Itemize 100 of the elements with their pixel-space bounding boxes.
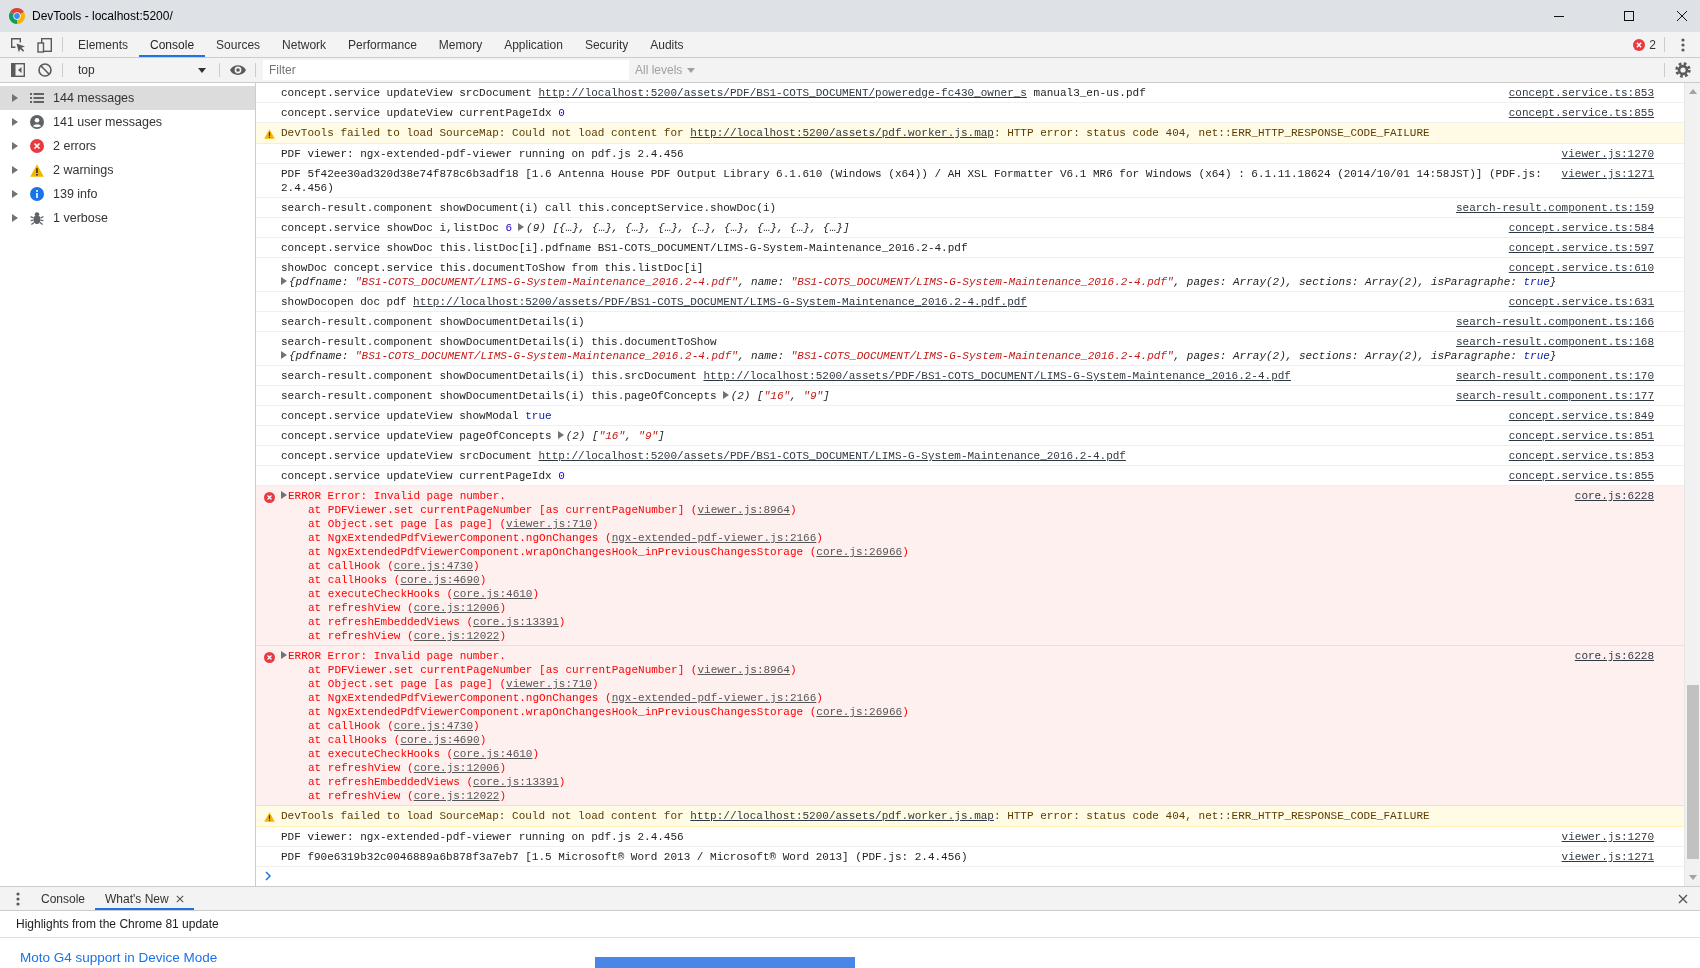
error-count-button[interactable]: 2	[1629, 32, 1660, 57]
panel-tab[interactable]: Performance	[337, 32, 428, 57]
source-link[interactable]: concept.service.ts:851	[1508, 429, 1654, 443]
source-link[interactable]: search-result.component.ts:168	[1455, 335, 1654, 349]
panel-tab[interactable]: Audits	[639, 32, 695, 57]
stack-link[interactable]: core.js:26966	[816, 706, 903, 718]
stack-link[interactable]: core.js:13391	[473, 776, 559, 788]
source-link[interactable]: concept.service.ts:584	[1508, 221, 1654, 235]
source-link[interactable]: concept.service.ts:631	[1508, 295, 1654, 309]
window-title: DevTools - localhost:5200/	[32, 8, 173, 25]
expand-triangle-icon[interactable]	[281, 651, 287, 659]
stack-link[interactable]: ngx-extended-pdf-viewer.js:2166	[611, 692, 817, 704]
stack-link[interactable]: core.js:4690	[400, 734, 480, 746]
stack-link[interactable]: viewer.js:8964	[697, 504, 790, 516]
stack-link[interactable]: ngx-extended-pdf-viewer.js:2166	[611, 532, 817, 544]
log-message: search-result.component showDocumentDetails(i) this.srcDocument http://localhost:5200/assets/PDF/BS1-COTS_DOCUMENT/LIMS-G-System-Maintenance_2016.2-4.pdf	[281, 370, 1291, 382]
source-link[interactable]: search-result.component.ts:170	[1455, 369, 1654, 383]
url-link[interactable]: http://localhost:5200/assets/PDF/BS1-COTS_DOCUMENT/LIMS-G-System-Maintenance_2016.2-4.pdf	[538, 450, 1126, 462]
url-link[interactable]: http://localhost:5200/assets/PDF/BS1-COTS_DOCUMENT/LIMS-G-System-Maintenance_2016.2-4.pdf.pdf	[413, 296, 1027, 308]
panel-tab[interactable]: Elements	[67, 32, 140, 57]
warning-icon	[264, 812, 275, 823]
panel-tab[interactable]: Memory	[427, 32, 494, 57]
warning-message: DevTools failed to load SourceMap: Could not load content for http://localhost:5200/assets/pdf.worker.js.map: HTTP error: status code 404, net::ERR_HTTP_RESPONSE_CODE_FAILURE	[281, 127, 1430, 139]
stack-frame: at executeCheckHooks (core.js:4610)	[308, 748, 540, 760]
source-link[interactable]: core.js:6228	[1574, 649, 1654, 663]
stack-link[interactable]: core.js:4730	[393, 560, 474, 572]
stack-link[interactable]: viewer.js:8964	[697, 664, 790, 676]
object-preview[interactable]: (2) ["16", "9"]	[722, 390, 830, 402]
source-link[interactable]: concept.service.ts:853	[1508, 86, 1654, 100]
url-link[interactable]: http://localhost:5200/assets/PDF/BS1-COTS_DOCUMENT/poweredge-fc430_owner_s	[538, 87, 1027, 99]
stack-link[interactable]: core.js:4610	[453, 588, 533, 600]
expand-triangle-icon[interactable]	[12, 142, 18, 150]
bug-icon	[30, 211, 44, 225]
source-link[interactable]: concept.service.ts:849	[1508, 409, 1654, 423]
source-link[interactable]: concept.service.ts:855	[1508, 469, 1654, 483]
panel-tab[interactable]: Application	[493, 32, 574, 57]
stack-link[interactable]: core.js:12022	[413, 630, 500, 642]
panel-tab[interactable]: Security	[573, 32, 640, 57]
info-icon	[30, 187, 44, 201]
source-link[interactable]: concept.service.ts:855	[1508, 106, 1654, 120]
source-link[interactable]: concept.service.ts:853	[1508, 449, 1654, 463]
panel-heading: Highlights from the Chrome 81 update	[16, 916, 219, 933]
object-preview[interactable]: (9) [{…}, {…}, {…}, {…}, {…}, {…}, {…}, {…}, {…}]	[518, 222, 850, 234]
drawer-tab[interactable]: Console	[31, 887, 96, 910]
log-message: search-result.component showDocumentDetails(i) this.documentToShow	[281, 336, 717, 348]
expand-triangle-icon[interactable]	[12, 190, 18, 198]
feature-link[interactable]: Moto G4 support in Device Mode	[0, 938, 218, 968]
source-link[interactable]: search-result.component.ts:177	[1455, 389, 1654, 403]
stack-link[interactable]: core.js:13391	[473, 616, 559, 628]
stack-link[interactable]: core.js:4730	[393, 720, 474, 732]
source-link[interactable]: concept.service.ts:597	[1508, 241, 1654, 255]
url-link[interactable]: http://localhost:5200/assets/PDF/BS1-COTS_DOCUMENT/LIMS-G-System-Maintenance_2016.2-4.pdf	[703, 370, 1291, 382]
panel-tab[interactable]: Network	[271, 32, 338, 57]
filter-input[interactable]: Filter	[263, 60, 629, 80]
source-link[interactable]: core.js:6228	[1574, 489, 1654, 503]
source-link[interactable]: viewer.js:1271	[1561, 850, 1654, 864]
list-icon	[30, 93, 44, 103]
caret-icon	[687, 67, 696, 73]
expand-triangle-icon[interactable]	[12, 94, 18, 102]
scrollbar-thumb[interactable]	[1686, 685, 1699, 859]
sidebar-item[interactable]: 144 messages	[0, 86, 255, 110]
sidebar-item[interactable]: 139 info	[0, 182, 255, 206]
scrollbar[interactable]	[1684, 83, 1700, 886]
object-preview[interactable]: {pdfname: "BS1-COTS_DOCUMENT/LIMS-G-System-Maintenance_2016.2-4.pdf", name: "BS1-COTS_DOCUMENT/LIMS-G-System-Maintenance_2016.2-4.pdf", pages: Array(2), sections: Array(2), isParagraphe: true}	[281, 276, 1557, 288]
stack-link[interactable]: core.js:4610	[453, 748, 533, 760]
log-message: concept.service updateView srcDocument http://localhost:5200/assets/PDF/BS1-COTS_DOCUMENT/LIMS-G-System-Maintenance_2016.2-4.pdf	[281, 450, 1126, 462]
expand-triangle-icon[interactable]	[281, 491, 287, 499]
stack-link[interactable]: core.js:12006	[413, 762, 500, 774]
url-link[interactable]: http://localhost:5200/assets/pdf.worker.js.map	[690, 127, 994, 139]
object-preview[interactable]: (2) ["16", "9"]	[557, 430, 665, 442]
expand-triangle-icon[interactable]	[12, 118, 18, 126]
stack-link[interactable]: core.js:26966	[816, 546, 903, 558]
panel-tab[interactable]: Sources	[205, 32, 272, 57]
sidebar-item[interactable]: 1 verbose	[0, 206, 255, 230]
source-link[interactable]: viewer.js:1271	[1561, 167, 1654, 181]
context-select[interactable]: top	[67, 58, 215, 82]
sidebar-item[interactable]: 2 warnings	[0, 158, 255, 182]
expand-triangle-icon[interactable]	[12, 214, 18, 222]
close-icon[interactable]	[175, 894, 184, 903]
sidebar-item[interactable]: 141 user messages	[0, 110, 255, 134]
stack-link[interactable]: core.js:12022	[413, 790, 500, 802]
source-link[interactable]: search-result.component.ts:159	[1455, 201, 1654, 215]
stack-link[interactable]: core.js:4690	[400, 574, 480, 586]
log-message: concept.service updateView showModal true	[281, 410, 552, 422]
source-link[interactable]: search-result.component.ts:166	[1455, 315, 1654, 329]
stack-link[interactable]: core.js:12006	[413, 602, 500, 614]
error-icon	[264, 651, 275, 663]
source-link[interactable]: viewer.js:1270	[1561, 147, 1654, 161]
source-link[interactable]: viewer.js:1270	[1561, 830, 1654, 844]
sidebar-item[interactable]: 2 errors	[0, 134, 255, 158]
object-preview[interactable]: {pdfname: "BS1-COTS_DOCUMENT/LIMS-G-System-Maintenance_2016.2-4.pdf", name: "BS1-COTS_DOCUMENT/LIMS-G-System-Maintenance_2016.2-4.pdf", pages: Array(2), sections: Array(2), isParagraphe: true}	[281, 350, 1557, 362]
url-link[interactable]: http://localhost:5200/assets/pdf.worker.js.map	[690, 810, 994, 822]
stack-link[interactable]: viewer.js:710	[506, 678, 592, 690]
stack-frame: at refreshView (core.js:12006)	[308, 762, 507, 774]
source-link[interactable]: concept.service.ts:610	[1508, 261, 1654, 275]
log-message: PDF viewer: ngx-extended-pdf-viewer running on pdf.js 2.4.456	[281, 831, 684, 843]
stack-frame: at refreshView (core.js:12006)	[308, 602, 507, 614]
expand-triangle-icon[interactable]	[12, 166, 18, 174]
log-message: concept.service showDoc i,listDoc 6	[281, 222, 513, 234]
stack-link[interactable]: viewer.js:710	[506, 518, 592, 530]
